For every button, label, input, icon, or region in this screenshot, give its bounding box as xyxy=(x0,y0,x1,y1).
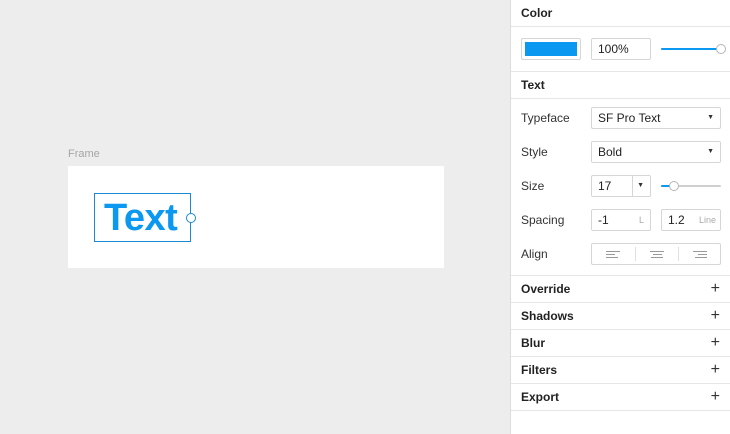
typeface-value: SF Pro Text xyxy=(598,111,661,125)
size-row: Size 17 ▼ xyxy=(511,169,730,203)
style-row: Style Bold ▼ xyxy=(511,135,730,169)
typeface-row: Typeface SF Pro Text ▼ xyxy=(511,101,730,135)
letter-spacing-value: -1 xyxy=(598,213,609,227)
chevron-down-icon: ▼ xyxy=(707,114,714,121)
export-section[interactable]: Export + xyxy=(511,383,730,411)
typeface-dropdown[interactable]: SF Pro Text ▼ xyxy=(591,107,721,129)
blur-section[interactable]: Blur + xyxy=(511,329,730,356)
filters-label: Filters xyxy=(521,363,558,377)
shadows-section[interactable]: Shadows + xyxy=(511,302,730,329)
plus-icon[interactable]: + xyxy=(711,357,720,383)
resize-handle[interactable] xyxy=(186,213,196,223)
size-slider[interactable] xyxy=(661,181,721,191)
frame-label[interactable]: Frame xyxy=(68,148,100,160)
size-input[interactable]: 17 ▼ xyxy=(591,175,651,197)
plus-icon[interactable]: + xyxy=(711,330,720,356)
override-section[interactable]: Override + xyxy=(511,275,730,302)
filters-section[interactable]: Filters + xyxy=(511,356,730,383)
plus-icon[interactable]: + xyxy=(711,276,720,302)
text-layer[interactable]: Text xyxy=(104,196,178,240)
align-right-icon[interactable] xyxy=(679,244,721,264)
align-row: Align xyxy=(511,237,730,271)
override-label: Override xyxy=(521,282,571,296)
size-divider xyxy=(632,176,633,196)
line-height-value: 1.2 xyxy=(668,213,685,227)
plus-icon[interactable]: + xyxy=(711,303,720,329)
align-label: Align xyxy=(521,247,548,261)
opacity-input[interactable]: 100% xyxy=(591,38,651,60)
opacity-slider-knob[interactable] xyxy=(716,43,726,54)
chevron-down-icon[interactable]: ▼ xyxy=(637,176,644,196)
letter-spacing-unit: L xyxy=(638,215,644,225)
style-label: Style xyxy=(521,145,548,159)
spacing-row: Spacing -1 L 1.2 Line xyxy=(511,203,730,237)
blur-label: Blur xyxy=(521,336,545,350)
plus-icon[interactable]: + xyxy=(711,384,720,410)
inspector-panel: Color 100% Text Typeface SF Pro Text ▼ S… xyxy=(510,0,730,434)
chevron-down-icon: ▼ xyxy=(707,148,714,155)
frame[interactable]: Text xyxy=(68,166,444,268)
style-dropdown[interactable]: Bold ▼ xyxy=(591,141,721,163)
size-value: 17 xyxy=(598,179,612,193)
align-left-icon[interactable] xyxy=(592,244,634,264)
color-section-title: Color xyxy=(511,0,730,27)
spacing-label: Spacing xyxy=(521,213,565,227)
letter-spacing-input[interactable]: -1 L xyxy=(591,209,651,231)
line-height-input[interactable]: 1.2 Line xyxy=(661,209,721,231)
line-height-unit: Line xyxy=(698,215,716,225)
color-swatch-button[interactable] xyxy=(521,38,581,60)
shadows-label: Shadows xyxy=(521,309,574,323)
text-layer-selection[interactable]: Text xyxy=(94,193,196,242)
color-swatch xyxy=(525,42,577,56)
opacity-slider-fill xyxy=(661,47,721,50)
size-label: Size xyxy=(521,179,545,193)
color-row: 100% xyxy=(511,27,730,71)
typeface-label: Typeface xyxy=(521,111,570,125)
align-center-icon[interactable] xyxy=(636,244,678,264)
canvas[interactable]: Frame Text xyxy=(0,0,510,434)
export-label: Export xyxy=(521,390,560,404)
size-slider-knob[interactable] xyxy=(669,181,679,191)
align-segmented-control xyxy=(591,243,721,265)
opacity-slider[interactable] xyxy=(661,43,726,54)
style-value: Bold xyxy=(598,145,623,159)
text-section-title: Text xyxy=(511,71,730,99)
